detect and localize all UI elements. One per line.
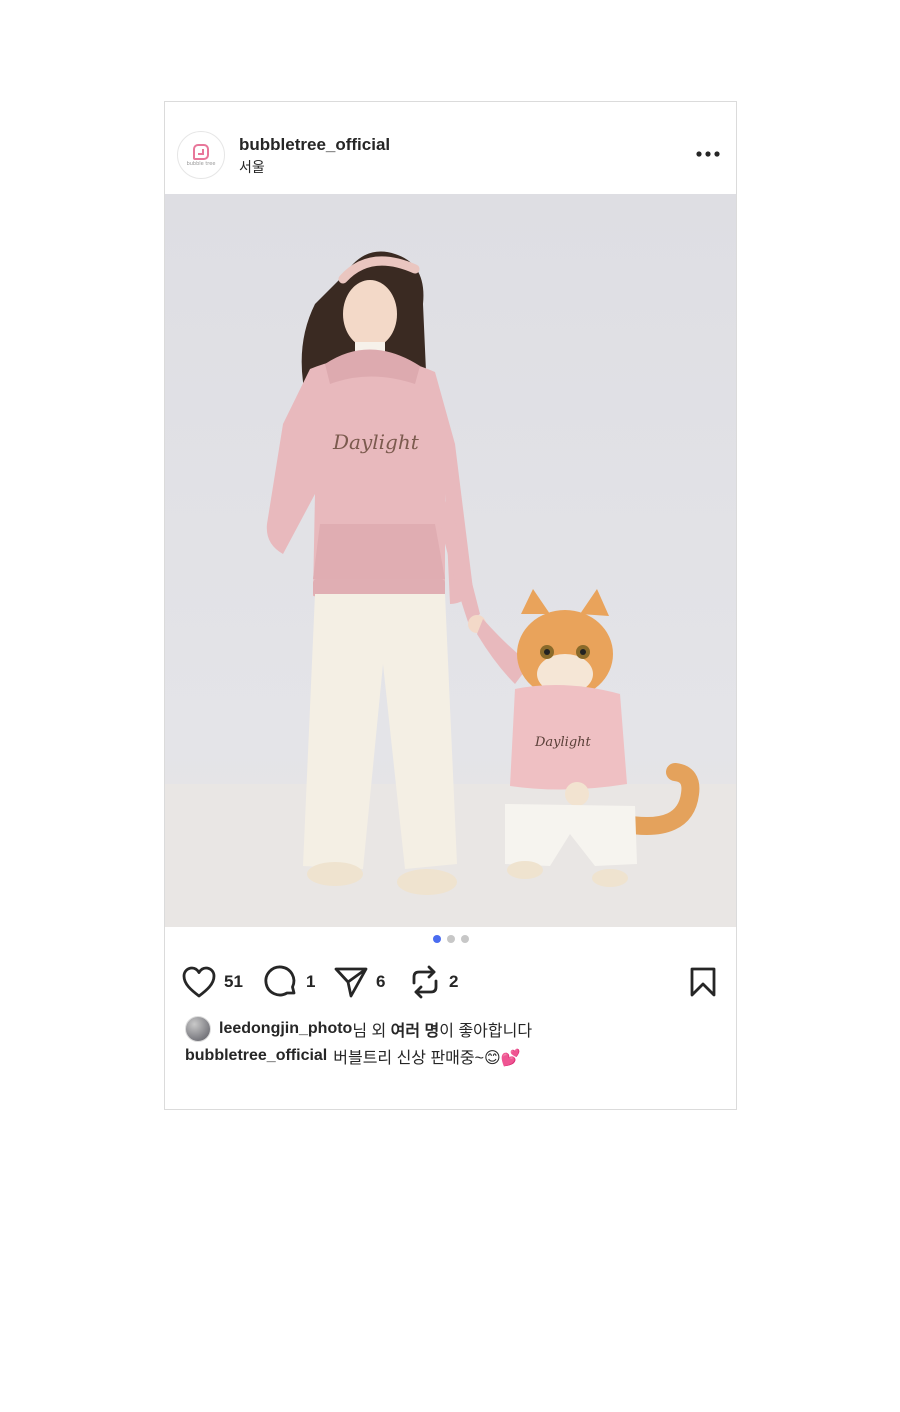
action-bar: 51 1 6 2 [165, 960, 736, 1004]
shares-count: 6 [376, 972, 386, 991]
caption-username[interactable]: bubbletree_official [185, 1047, 327, 1065]
heart-icon [182, 966, 216, 998]
repost-icon [412, 965, 438, 999]
post-photo[interactable]: Daylight Daylight [165, 194, 736, 927]
post-location[interactable]: 서울 [239, 157, 265, 177]
caption-text: 버블트리 신상 판매중~😊💕 [333, 1050, 521, 1067]
carousel-indicator [165, 935, 736, 945]
comment-button[interactable]: 1 [263, 960, 315, 1004]
bookmark-icon [690, 967, 716, 997]
reposts-count: 2 [449, 972, 459, 991]
post-header: bubble tree bubbletree_official 서울 [165, 102, 736, 194]
carousel-dot-2[interactable] [446, 935, 455, 943]
likes-count: 51 [224, 972, 243, 991]
repost-button[interactable]: 2 [408, 960, 458, 1004]
post-card: bubble tree bubbletree_official 서울 Dayli… [164, 101, 737, 1110]
more-options-button[interactable] [695, 144, 721, 164]
cat-hoodie-print: Daylight [534, 735, 592, 750]
avatar-brand-text: bubble tree [186, 160, 216, 167]
post-caption: bubbletree_official 버블트리 신상 판매중~😊💕 [185, 1043, 521, 1069]
share-button[interactable]: 6 [333, 960, 385, 1004]
like-button[interactable]: 51 [181, 960, 243, 1004]
comments-count: 1 [306, 972, 316, 991]
bookmark-button[interactable] [688, 966, 718, 1003]
more-horizontal-icon [696, 151, 720, 157]
liked-by-suffix-2: 이 좋아합니다 [439, 1023, 533, 1040]
comment-icon [264, 965, 296, 997]
post-username[interactable]: bubbletree_official [239, 135, 390, 155]
girl-hoodie-print: Daylight [332, 430, 420, 454]
carousel-dot-1[interactable] [432, 935, 441, 943]
liked-by-suffix-1: 님 외 [352, 1023, 391, 1040]
send-icon [334, 967, 368, 998]
profile-avatar[interactable]: bubble tree [177, 131, 225, 179]
carousel-dot-3[interactable] [460, 935, 469, 943]
liker-avatar[interactable] [185, 1016, 211, 1042]
brand-logo-icon [193, 143, 209, 160]
liker-username[interactable]: leedongjin_photo [219, 1020, 352, 1038]
liked-by-others[interactable]: 여러 명 [391, 1017, 440, 1041]
liked-by-line: leedongjin_photo 님 외 여러 명 이 좋아합니다 [185, 1016, 532, 1042]
